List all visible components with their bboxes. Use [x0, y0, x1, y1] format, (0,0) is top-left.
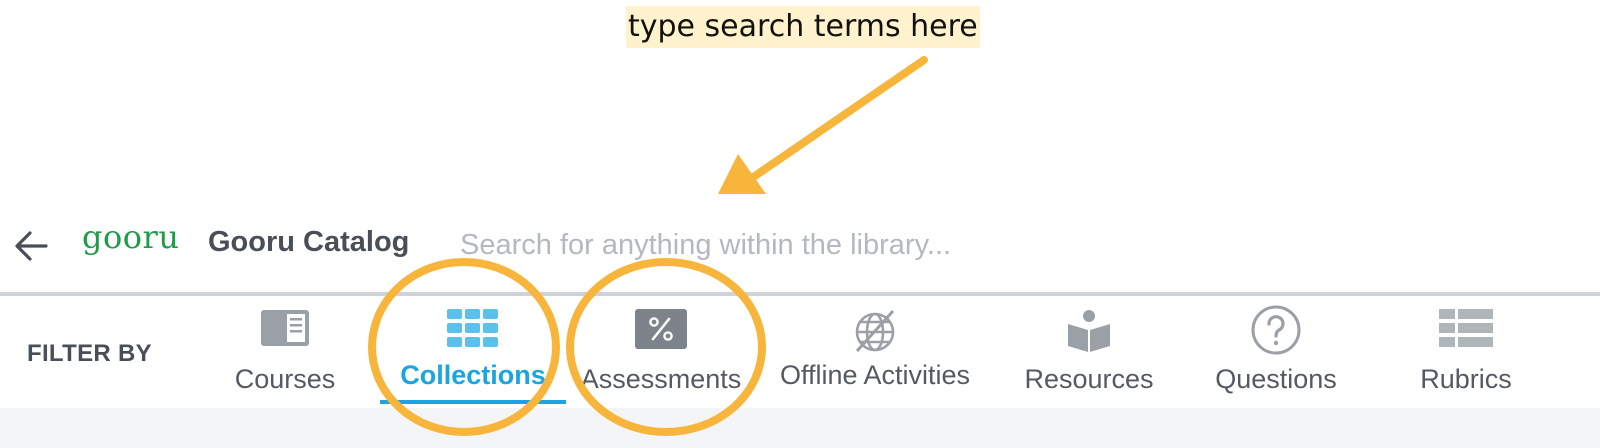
catalog-title[interactable]: Gooru Catalog: [208, 226, 409, 259]
tab-assessments[interactable]: Assessments: [576, 296, 746, 406]
header-bar: gooru Gooru Catalog: [0, 210, 1600, 290]
annotation-callout: type search terms here: [626, 6, 980, 48]
book-icon: [261, 310, 309, 346]
question-circle-icon: [1251, 305, 1301, 355]
grid-icon: [447, 309, 498, 347]
tab-courses[interactable]: Courses: [210, 296, 360, 406]
filter-by-label: FILTER BY: [27, 340, 152, 367]
tab-offline-activities[interactable]: Offline Activities: [764, 296, 986, 406]
tab-label: Offline Activities: [779, 360, 971, 390]
tab-label: Courses: [234, 364, 336, 394]
tab-label: Questions: [1215, 364, 1337, 394]
tab-rubrics[interactable]: Rubrics: [1398, 296, 1534, 406]
search-input[interactable]: [456, 222, 1544, 268]
tab-label: Collections: [400, 360, 546, 390]
content-area: [0, 408, 1600, 448]
arrow-left-icon: [15, 231, 48, 261]
percent-icon: [635, 309, 687, 349]
filter-bar: FILTER BY Courses Collections Assessment…: [0, 292, 1600, 408]
tab-questions[interactable]: Questions: [1200, 296, 1352, 406]
tab-label: Rubrics: [1420, 364, 1512, 394]
no-globe-icon: [855, 309, 895, 353]
tab-collections[interactable]: Collections: [380, 296, 566, 406]
tab-label: Resources: [1024, 364, 1154, 394]
back-button[interactable]: [12, 226, 52, 266]
active-tab-indicator: [380, 400, 566, 404]
tab-resources[interactable]: Resources: [1012, 296, 1166, 406]
table-icon: [1439, 309, 1493, 347]
reader-icon: [1068, 310, 1110, 352]
gooru-logo[interactable]: gooru: [82, 218, 179, 256]
tab-label: Assessments: [580, 364, 742, 394]
annotation-arrow: [748, 56, 928, 182]
annotation-arrowhead: [718, 154, 766, 194]
